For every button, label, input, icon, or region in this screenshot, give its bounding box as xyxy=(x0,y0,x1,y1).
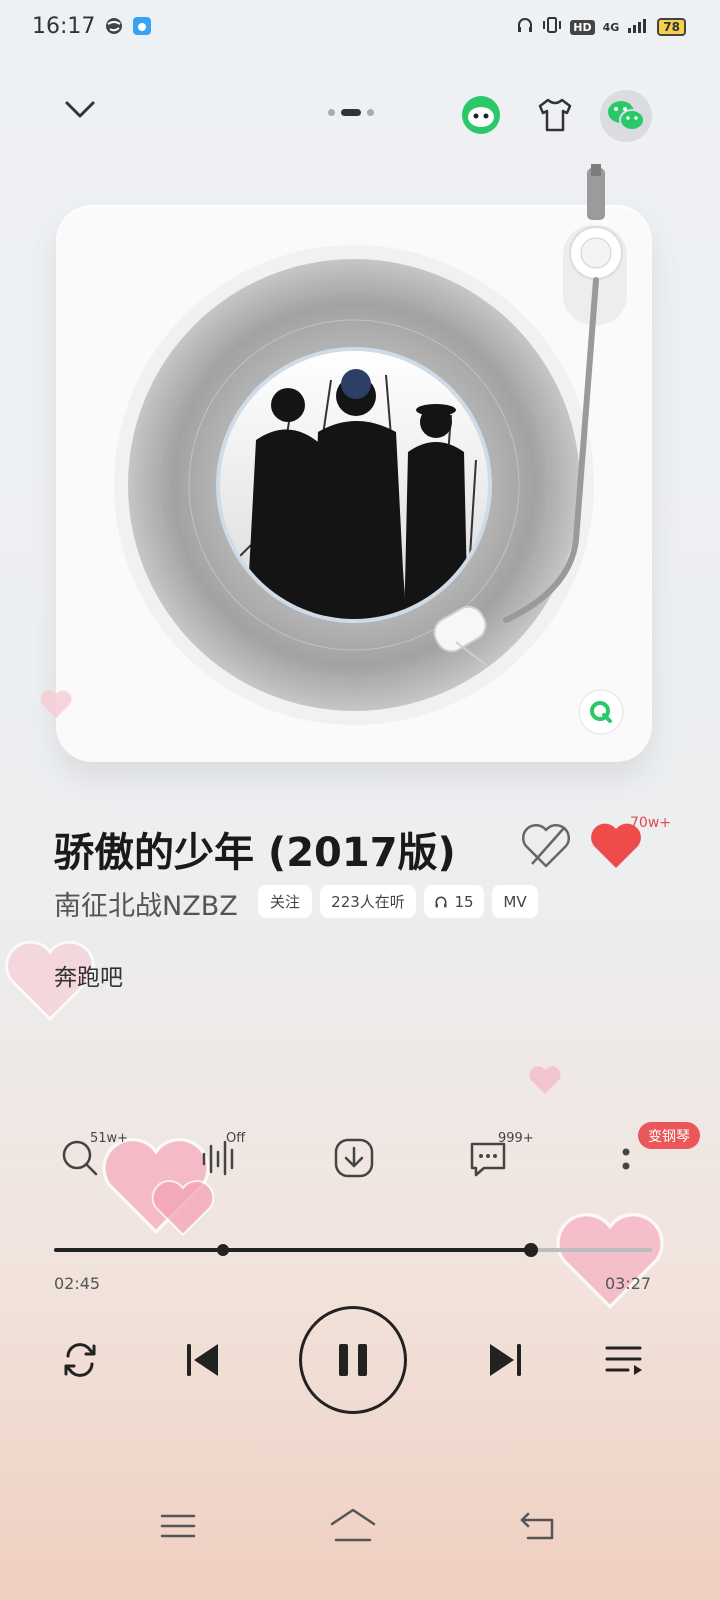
page-indicator[interactable] xyxy=(328,109,374,116)
skin-shirt-button[interactable] xyxy=(530,90,580,140)
floating-heart-icon xyxy=(556,1213,664,1310)
playlist-button[interactable] xyxy=(602,1338,646,1386)
repeat-mode-button[interactable] xyxy=(56,1336,104,1388)
broken-heart-icon xyxy=(521,823,571,868)
battery-indicator: 78 xyxy=(657,18,686,36)
search-count: 51w+ xyxy=(90,1131,129,1146)
turntable-visual xyxy=(114,164,627,735)
listeners-chip[interactable]: 223人在听 xyxy=(320,885,416,918)
headphones-chip[interactable]: 15 xyxy=(424,885,484,918)
comment-count: 999+ xyxy=(498,1131,534,1146)
progress-marker xyxy=(216,1244,229,1256)
dislike-heart-button[interactable] xyxy=(518,820,574,876)
current-time: 02:45 xyxy=(54,1274,101,1293)
headphone-status-icon xyxy=(516,16,534,38)
playlist-icon xyxy=(605,1346,642,1375)
floating-heart-icon xyxy=(151,1180,215,1237)
wechat-share-button[interactable] xyxy=(600,90,652,142)
sound-effect-state: Off xyxy=(226,1131,246,1146)
nav-back-button[interactable] xyxy=(516,1508,560,1548)
more-vertical-icon xyxy=(622,1148,630,1170)
app-notification-icon xyxy=(132,16,152,40)
page-dot xyxy=(328,109,335,116)
home-icon xyxy=(330,1508,376,1542)
floating-heart-icon xyxy=(529,1066,561,1094)
repeat-icon xyxy=(64,1343,96,1377)
play-pause-button[interactable] xyxy=(299,1306,407,1414)
pause-icon xyxy=(339,1344,367,1376)
tshirt-icon xyxy=(538,98,572,132)
page-dot xyxy=(367,109,374,116)
progress-track[interactable] xyxy=(54,1243,652,1257)
more-options-button[interactable] xyxy=(612,1140,640,1184)
progress-thumb[interactable] xyxy=(523,1243,538,1257)
back-icon xyxy=(520,1512,554,1540)
network-type: 4G xyxy=(602,20,620,34)
menu-icon xyxy=(160,1514,196,1538)
nav-menu-button[interactable] xyxy=(158,1508,198,1548)
floating-heart-icon xyxy=(40,690,72,718)
hd-badge: HD xyxy=(570,19,595,35)
skip-previous-icon xyxy=(187,1344,218,1376)
signal-icon xyxy=(627,17,649,37)
headphones-icon xyxy=(436,896,447,907)
wechat-icon xyxy=(608,101,645,131)
page-dot-active xyxy=(341,109,361,116)
status-icons: HD 4G 78 xyxy=(516,16,686,38)
next-button[interactable] xyxy=(484,1338,528,1386)
progress-played xyxy=(54,1248,531,1252)
current-lyric[interactable]: 奔跑吧 xyxy=(54,958,123,992)
mv-button[interactable]: MV xyxy=(492,885,538,918)
collapse-chevron-down-icon[interactable] xyxy=(62,95,98,125)
song-title: 骄傲的少年 (2017版) xyxy=(54,830,456,876)
previous-button[interactable] xyxy=(180,1338,224,1386)
nav-home-button[interactable] xyxy=(328,1506,378,1550)
total-time: 03:27 xyxy=(605,1274,652,1293)
like-count: 70w+ xyxy=(630,815,671,831)
follow-button[interactable]: 关注 xyxy=(258,885,312,918)
vibrate-icon xyxy=(542,16,562,38)
artist-name[interactable]: 南征北战NZBZ xyxy=(54,884,238,923)
skip-next-icon xyxy=(490,1344,521,1376)
download-icon xyxy=(334,1138,374,1178)
status-time: 16:17 xyxy=(32,14,96,39)
headphones-count: 15 xyxy=(454,892,474,911)
mascot-icon xyxy=(462,96,500,134)
mascot-button[interactable] xyxy=(456,90,506,140)
qq-music-logo-icon xyxy=(578,689,624,735)
download-button[interactable] xyxy=(332,1136,376,1184)
browser-icon xyxy=(104,16,124,40)
piano-mode-badge[interactable]: 变钢琴 xyxy=(638,1122,700,1149)
